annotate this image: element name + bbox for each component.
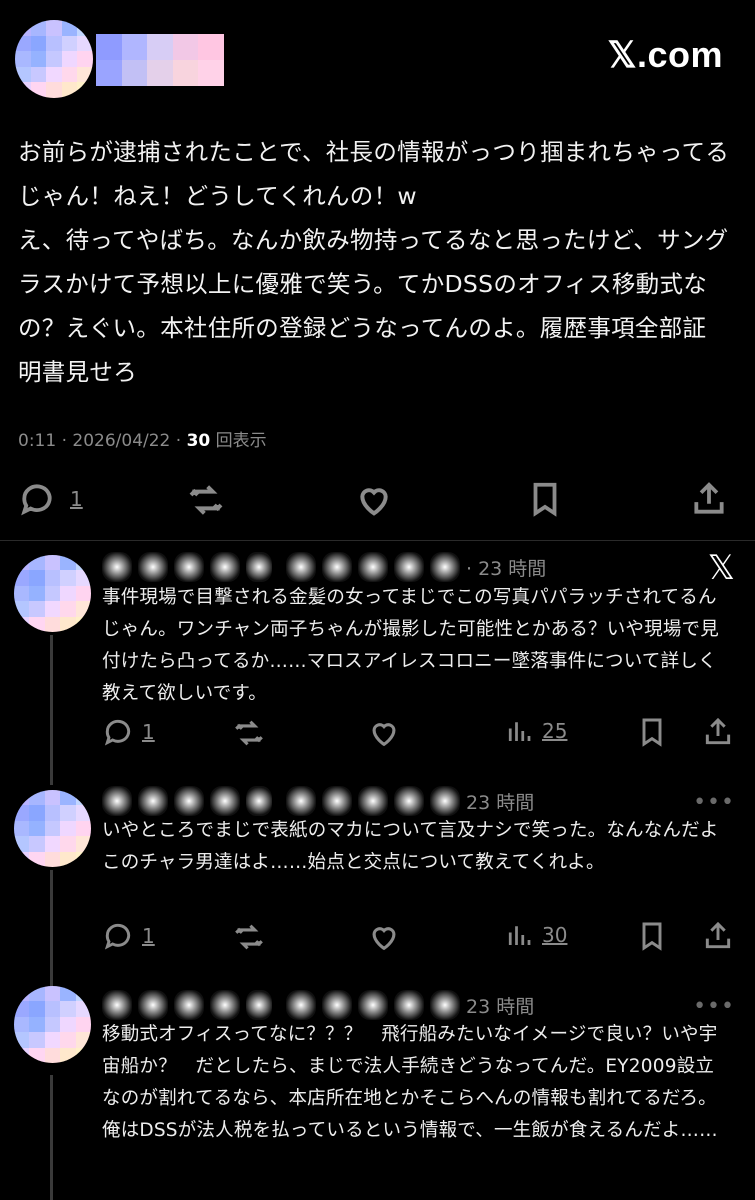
thread-line: [50, 635, 53, 785]
bookmark-button[interactable]: [636, 716, 668, 748]
post-timestamp: 0:11 · 2026/04/22 ·: [18, 431, 187, 451]
views-label: 回表示: [210, 431, 267, 451]
repost-icon: [235, 924, 263, 950]
post-meta: 0:11 · 2026/04/22 · 30 回表示: [18, 426, 267, 451]
share-icon: [705, 717, 731, 745]
comment-icon: [104, 719, 131, 746]
brand-logo: 𝕏.com: [607, 34, 723, 75]
views-button[interactable]: 30: [504, 920, 567, 950]
views-count: 30: [542, 923, 568, 947]
reply-count: 1: [142, 720, 155, 744]
reply-avatar[interactable]: [14, 790, 91, 867]
reply-text: いやところでまじで表紙のマカについて言及ナシで笑った。なんなんだよこのチャラ男達…: [102, 820, 719, 873]
views-button[interactable]: 25: [504, 716, 567, 746]
share-button[interactable]: [702, 716, 734, 748]
repost-button[interactable]: [232, 920, 266, 954]
reply-button[interactable]: 1: [18, 480, 83, 518]
divider: [0, 540, 755, 541]
views-count: 30: [186, 431, 211, 451]
reply-author-name-blurred[interactable]: · 23 時間: [102, 552, 546, 582]
bookmark-icon: [642, 718, 662, 747]
reply-avatar[interactable]: [14, 555, 91, 632]
author-name-blurred[interactable]: [96, 34, 224, 86]
share-button[interactable]: [702, 920, 734, 952]
thread-line: [50, 1075, 53, 1200]
post-action-bar: 1: [18, 480, 730, 524]
share-icon: [694, 482, 724, 514]
heart-icon: [372, 723, 396, 747]
views-count: 25: [542, 719, 568, 743]
like-button[interactable]: [367, 716, 401, 750]
bookmark-icon: [642, 922, 662, 951]
reply-action-bar: 1 25: [102, 716, 734, 752]
comment-icon: [21, 484, 52, 516]
share-button[interactable]: [690, 480, 728, 518]
reply-avatar[interactable]: [14, 986, 91, 1063]
more-options-icon[interactable]: •••: [693, 790, 735, 815]
reply-author-name-blurred[interactable]: 23 時間: [102, 786, 534, 816]
share-icon: [705, 921, 731, 949]
author-avatar[interactable]: [15, 20, 93, 98]
like-button[interactable]: [367, 920, 401, 954]
heart-icon: [372, 927, 396, 951]
repost-icon: [235, 720, 263, 746]
like-button[interactable]: [354, 480, 394, 520]
reply-timestamp: 23 時間: [466, 995, 535, 1018]
reply-text: 事件現場で目撃される金髪の女ってまじでこの写真パパラッチされてるんじゃん。ワンチ…: [102, 587, 719, 704]
repost-icon: [189, 485, 223, 515]
more-options-icon[interactable]: •••: [693, 994, 735, 1019]
repost-button[interactable]: [232, 716, 266, 750]
reply-button[interactable]: 1: [102, 920, 155, 952]
bookmark-button[interactable]: [636, 920, 668, 952]
bookmark-button[interactable]: [526, 480, 564, 518]
comment-icon: [104, 923, 131, 950]
post-text: お前らが逮捕されたことで、社長の情報がっつり掴まれちゃってるじゃん！ねえ！どうし…: [18, 138, 730, 386]
bookmark-icon: [533, 482, 557, 517]
thread-line: [50, 870, 53, 990]
reply-author-name-blurred[interactable]: 23 時間: [102, 990, 534, 1020]
reply-count: 1: [142, 924, 155, 948]
reply-action-bar: 1 30: [102, 920, 734, 956]
repost-button[interactable]: [186, 480, 226, 520]
reply-timestamp: 23 時間: [466, 791, 535, 814]
reply-button[interactable]: 1: [102, 716, 155, 748]
analytics-icon: [508, 722, 531, 741]
heart-icon: [360, 488, 388, 516]
reply-count: 1: [70, 487, 83, 511]
reply-text: 移動式オフィスってなに？？？ 飛行船みたいなイメージで良い？いや宇宙船か？ だと…: [102, 1024, 718, 1141]
analytics-icon: [508, 926, 531, 945]
reply-timestamp: · 23 時間: [466, 557, 547, 580]
